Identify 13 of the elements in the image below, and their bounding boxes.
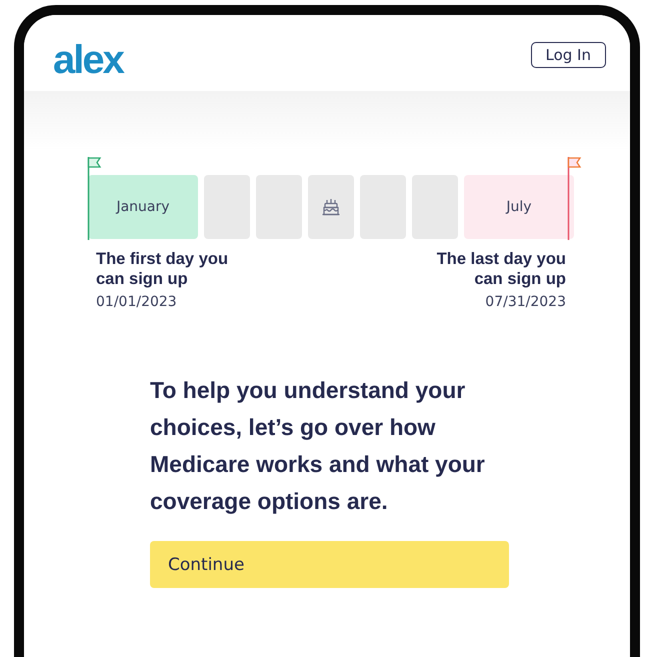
flag-icon (87, 157, 103, 240)
continue-button[interactable]: Continue (150, 541, 509, 588)
marker-date: 01/01/2023 (96, 294, 178, 310)
login-button[interactable]: Log In (530, 42, 606, 68)
marker-date: 07/31/2023 (485, 294, 566, 310)
flag-icon (567, 157, 583, 240)
birthday-cake-icon (321, 197, 341, 217)
intro-message: To help you understand your choices, let’s go over how Medicare works and what your coverage options are. (150, 376, 486, 516)
alex-logo[interactable]: alex (53, 38, 123, 82)
marker-title: The last day you can sign up (436, 249, 566, 289)
month-cell: January (88, 175, 198, 239)
month-cell: July (464, 175, 574, 239)
marker-title: The first day you can sign up (96, 249, 230, 289)
